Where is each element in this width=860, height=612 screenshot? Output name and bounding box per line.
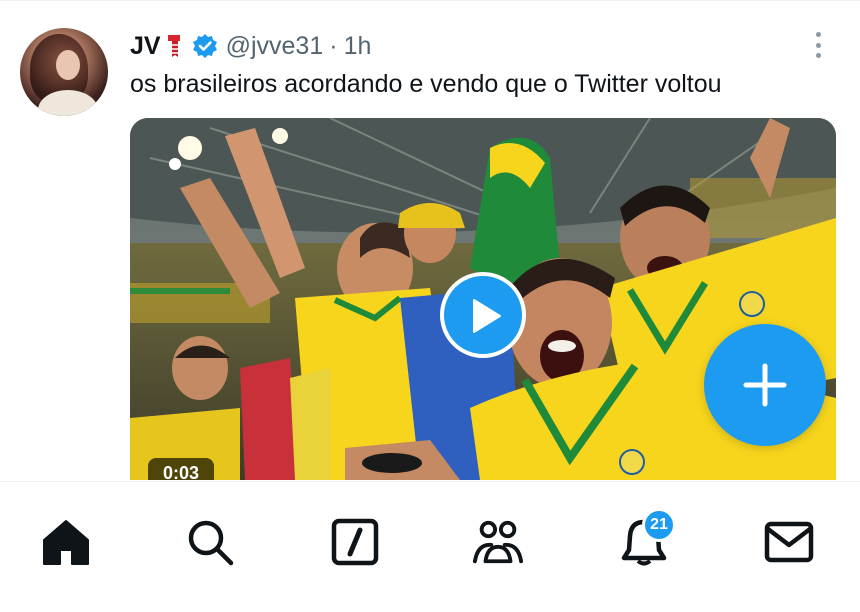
scarf-emoji-icon (164, 33, 184, 59)
author-handle[interactable]: @jvve31 (226, 32, 324, 61)
tweet-header: JV @jvve31 · 1h (130, 30, 371, 62)
more-dot (815, 53, 821, 58)
tweet-text: os brasileiros acordando e vendo que o T… (130, 70, 722, 98)
author-name[interactable]: JV (130, 32, 161, 61)
avatar-face (56, 50, 80, 80)
notifications-badge: 21 (642, 508, 676, 542)
search-icon[interactable] (184, 516, 236, 568)
avatar[interactable] (20, 28, 108, 116)
play-button[interactable] (440, 272, 526, 358)
more-dot (815, 42, 821, 48)
bottom-nav (0, 481, 860, 612)
communities-icon[interactable] (472, 516, 524, 568)
tweet-timestamp[interactable]: 1h (344, 32, 372, 61)
messages-icon[interactable] (763, 516, 815, 568)
more-options-icon[interactable] (808, 30, 828, 60)
home-icon[interactable] (40, 516, 92, 568)
video-duration: 0:03 (148, 458, 214, 480)
verified-badge-icon (192, 33, 218, 59)
plus-icon (743, 363, 787, 407)
play-icon (473, 299, 501, 333)
compose-icon[interactable] (329, 516, 381, 568)
compose-fab-button[interactable] (704, 324, 826, 446)
separator-dot: · (329, 31, 338, 60)
more-dot (815, 32, 821, 37)
